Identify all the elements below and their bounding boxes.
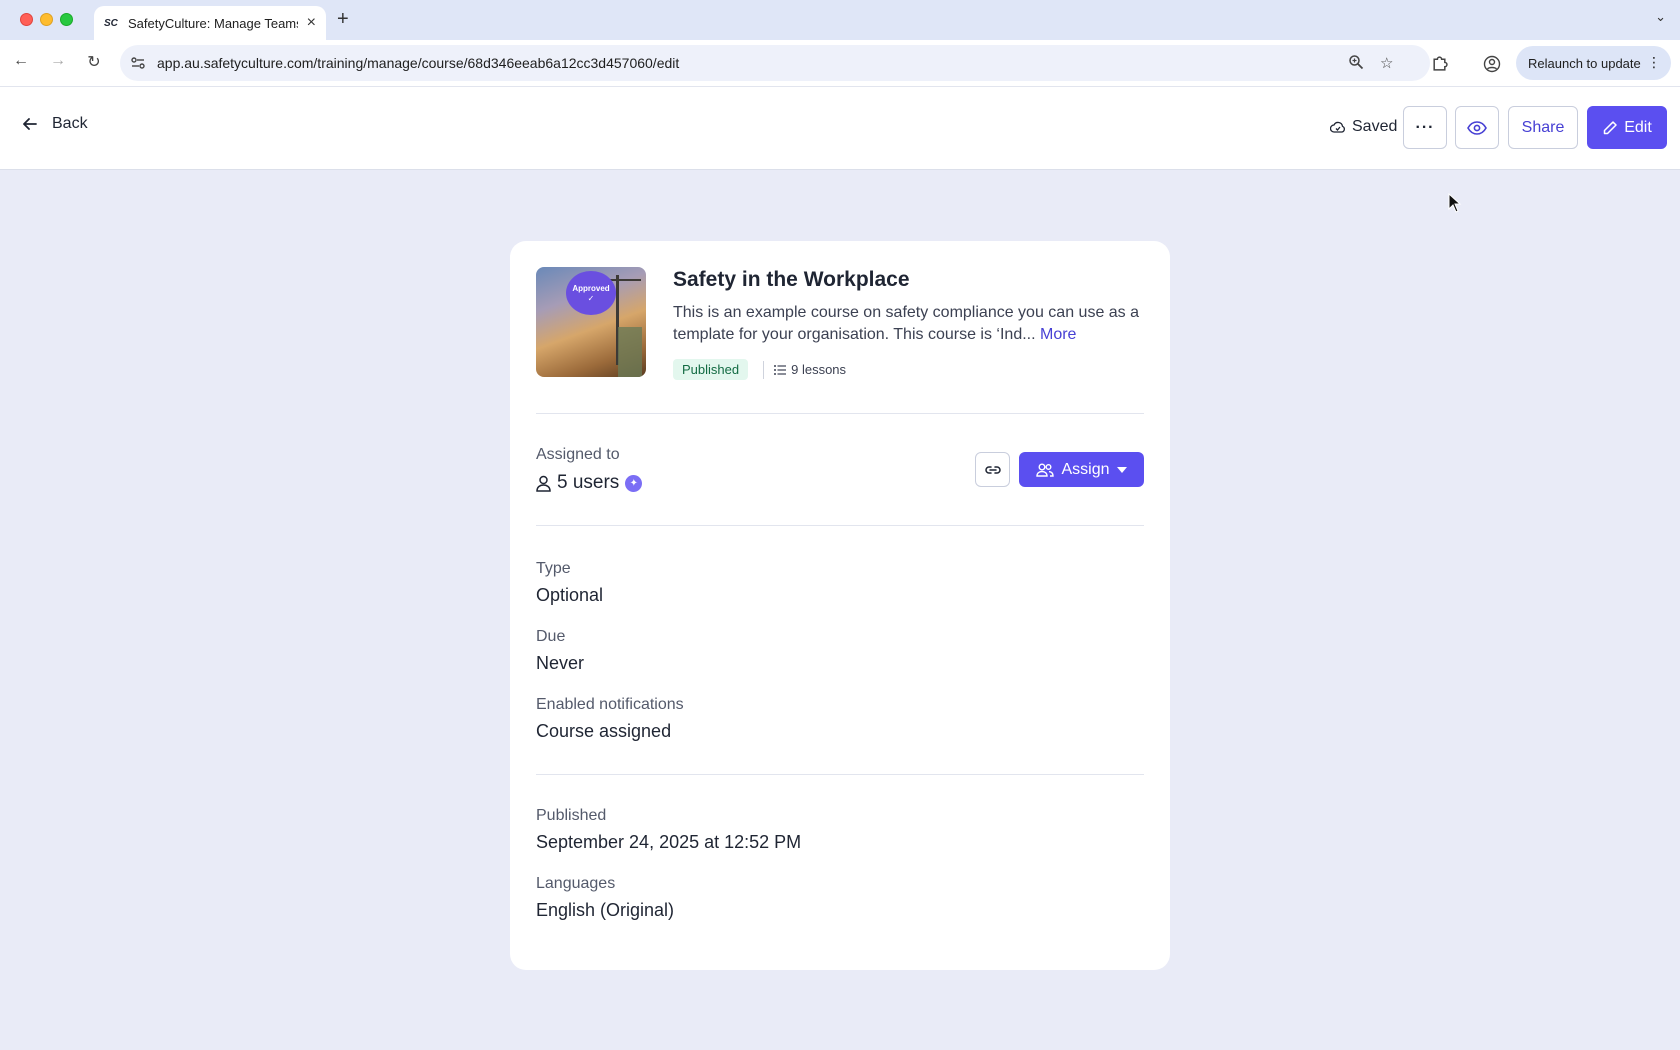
languages-value: English (Original) — [536, 900, 675, 920]
safetyculture-favicon-icon: SC — [104, 17, 118, 29]
copy-link-button[interactable] — [975, 452, 1010, 487]
chevron-down-icon[interactable]: ⌄ — [1655, 9, 1666, 25]
meta-divider — [763, 360, 765, 379]
approved-badge: Approved ✓ — [566, 271, 616, 315]
browser-tab[interactable]: SC SafetyCulture: Manage Teams × — [94, 6, 326, 40]
due-value: Never — [536, 653, 585, 673]
bookmark-star-icon[interactable]: ☆ — [1380, 54, 1393, 72]
relaunch-to-update-button[interactable]: Relaunch to update ⋮ — [1516, 46, 1671, 80]
users-count: 5 users — [557, 472, 620, 493]
share-label: Share — [1521, 118, 1565, 136]
zoom-icon[interactable] — [1348, 54, 1364, 70]
user-icon — [536, 475, 551, 492]
divider — [536, 525, 1144, 526]
course-description: This is an example course on safety comp… — [673, 302, 1153, 346]
due-label: Due — [536, 628, 566, 645]
lessons-label: 9 lessons — [791, 362, 847, 377]
more-options-button[interactable]: ··· — [1403, 106, 1447, 149]
browser-tab-bar: SC SafetyCulture: Manage Teams × + ⌄ — [0, 0, 1680, 40]
address-bar[interactable]: app.au.safetyculture.com/training/manage… — [120, 45, 1430, 81]
course-details-card: Approved ✓ Safety in the Workplace This i… — [510, 241, 1170, 970]
published-label: Published — [536, 807, 607, 824]
back-label: Back — [52, 115, 88, 132]
caret-down-icon — [1116, 466, 1127, 473]
building-illustration — [618, 327, 642, 377]
close-tab-icon[interactable]: × — [307, 14, 316, 32]
divider — [536, 413, 1144, 414]
extensions-puzzle-icon[interactable] — [1431, 55, 1448, 72]
back-arrow-icon[interactable]: ← — [10, 52, 32, 70]
more-link[interactable]: More — [1040, 326, 1076, 343]
relaunch-label: Relaunch to update — [1528, 55, 1641, 71]
divider — [536, 774, 1144, 775]
minimize-window-button[interactable] — [40, 13, 53, 26]
assign-label: Assign — [1061, 460, 1110, 478]
ellipsis-icon: ··· — [1415, 118, 1435, 136]
site-info-icon[interactable] — [130, 55, 146, 71]
type-label: Type — [536, 560, 571, 577]
eye-icon — [1467, 120, 1487, 135]
published-value: September 24, 2025 at 12:52 PM — [536, 832, 802, 852]
list-icon — [774, 364, 787, 375]
assigned-users[interactable]: 5 users ✦ — [536, 472, 643, 494]
link-icon — [984, 465, 1001, 474]
profile-icon[interactable] — [1483, 55, 1501, 73]
sparkle-icon: ✦ — [625, 474, 643, 492]
maximize-window-button[interactable] — [60, 13, 73, 26]
mouse-cursor-icon — [1448, 193, 1462, 213]
languages-label: Languages — [536, 875, 616, 892]
notifications-value: Course assigned — [536, 721, 672, 741]
lessons-count: 9 lessons — [774, 362, 846, 377]
new-tab-button[interactable]: + — [337, 8, 349, 31]
saved-status: Saved — [1330, 118, 1397, 136]
url-text[interactable]: app.au.safetyculture.com/training/manage… — [157, 55, 679, 71]
reload-icon[interactable]: ↻ — [83, 52, 105, 72]
cloud-check-icon — [1330, 121, 1345, 133]
more-vertical-icon[interactable]: ⋮ — [1647, 54, 1661, 71]
edit-button[interactable]: Edit — [1587, 106, 1667, 149]
close-window-button[interactable] — [20, 13, 33, 26]
course-meta: Published 9 lessons — [673, 359, 846, 380]
arrow-left-icon — [23, 118, 37, 130]
course-title: Safety in the Workplace — [673, 268, 910, 291]
assign-button[interactable]: Assign — [1019, 452, 1144, 487]
share-button[interactable]: Share — [1508, 106, 1578, 149]
users-icon — [1036, 463, 1055, 477]
tab-title: SafetyCulture: Manage Teams — [128, 15, 298, 31]
course-thumbnail: Approved ✓ — [536, 267, 646, 377]
assigned-to-label: Assigned to — [536, 446, 620, 463]
saved-label: Saved — [1352, 118, 1398, 135]
pencil-icon — [1603, 120, 1617, 134]
forward-arrow-icon[interactable]: → — [47, 52, 69, 70]
browser-toolbar: ← → ↻ app.au.safetyculture.com/training/… — [0, 40, 1680, 87]
preview-button[interactable] — [1455, 106, 1499, 149]
status-badge: Published — [673, 359, 749, 380]
edit-label: Edit — [1624, 118, 1652, 136]
back-button[interactable]: Back — [22, 115, 88, 133]
type-value: Optional — [536, 585, 604, 605]
notifications-label: Enabled notifications — [536, 696, 684, 713]
course-header: Back Saved ··· Share Edit — [0, 87, 1680, 170]
